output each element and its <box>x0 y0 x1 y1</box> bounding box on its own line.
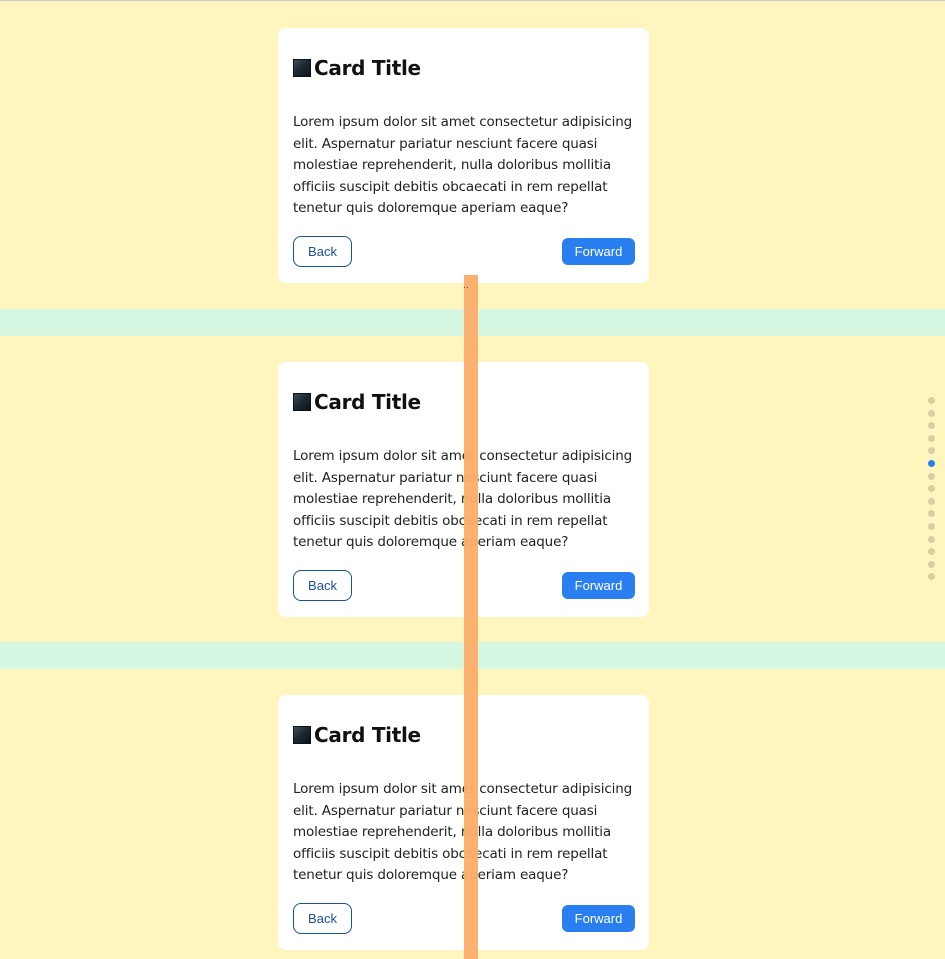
card-title-text: Card Title <box>314 56 421 80</box>
page-dot[interactable] <box>928 409 935 417</box>
card-title-text: Card Title <box>314 390 421 414</box>
forward-button[interactable]: Forward <box>562 905 635 932</box>
page-dot[interactable] <box>928 548 935 556</box>
card-image-icon <box>293 726 311 744</box>
card-title: Card Title <box>293 723 421 747</box>
card: Card Title Lorem ipsum dolor sit amet co… <box>278 28 649 283</box>
page-dot[interactable] <box>928 397 935 404</box>
page-dot[interactable] <box>928 560 935 568</box>
page-dot[interactable] <box>928 497 935 505</box>
page-indicator <box>928 397 936 586</box>
page-dot[interactable] <box>928 434 935 442</box>
card-image-icon <box>293 393 311 411</box>
card-image-icon <box>293 59 311 77</box>
page-dot[interactable] <box>928 459 935 467</box>
page-dot[interactable] <box>928 447 935 455</box>
page-dot[interactable] <box>928 535 935 543</box>
page-dot[interactable] <box>928 573 935 581</box>
forward-button[interactable]: Forward <box>562 238 635 265</box>
card-body-text: Lorem ipsum dolor sit amet consectetur a… <box>293 114 633 217</box>
overlay-drag-bar[interactable] <box>464 275 478 959</box>
page-dot[interactable] <box>928 522 935 530</box>
card-title: Card Title <box>293 56 421 80</box>
card-title-text: Card Title <box>314 723 421 747</box>
page-dot[interactable] <box>928 472 935 480</box>
card-title: Card Title <box>293 390 421 414</box>
page-dot[interactable] <box>928 422 935 430</box>
page-dot[interactable] <box>928 510 935 518</box>
back-button[interactable]: Back <box>293 903 352 934</box>
back-button[interactable]: Back <box>293 570 352 601</box>
forward-button[interactable]: Forward <box>562 572 635 599</box>
overlay-mark: .. <box>463 281 469 291</box>
page-dot[interactable] <box>928 485 935 493</box>
back-button[interactable]: Back <box>293 236 352 267</box>
